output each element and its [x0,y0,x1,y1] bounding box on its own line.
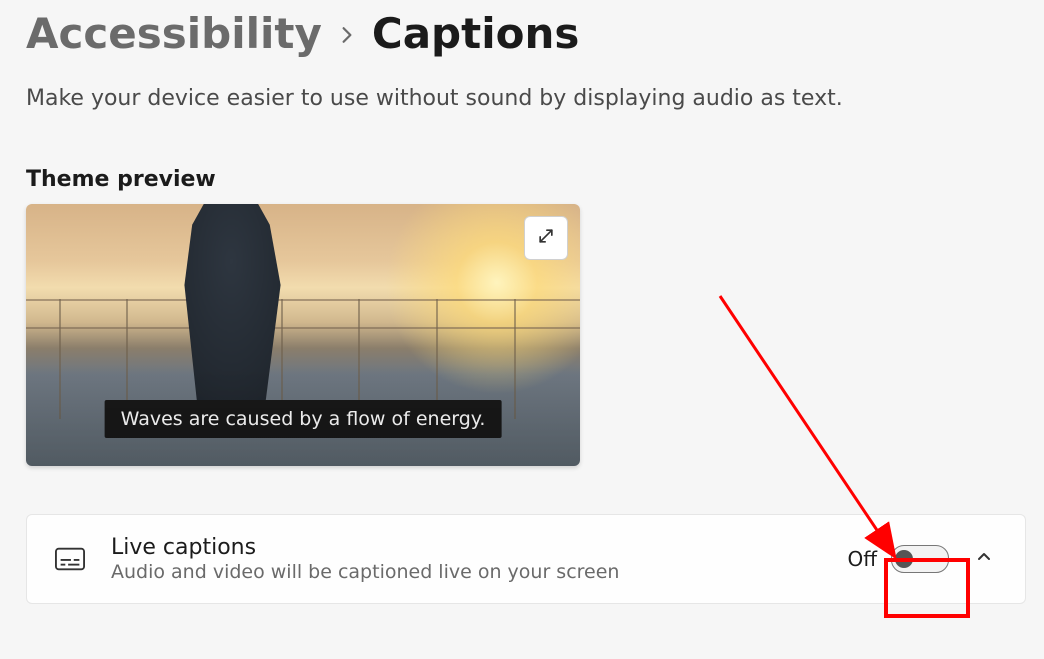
live-captions-toggle-state: Off [847,547,877,571]
live-captions-subtitle: Audio and video will be captioned live o… [111,561,821,583]
page-subtitle: Make your device easier to use without s… [26,86,1018,111]
preview-scene-figure [153,204,308,429]
theme-preview-heading: Theme preview [26,167,1018,192]
live-captions-toggle[interactable] [891,545,949,573]
live-captions-card: Live captions Audio and video will be ca… [26,514,1026,604]
expand-section-button[interactable] [971,546,997,572]
preview-caption-text: Waves are caused by a flow of energy. [105,400,502,438]
chevron-up-icon [976,549,992,569]
live-captions-title: Live captions [111,535,821,560]
captions-icon [55,547,85,571]
breadcrumb-parent[interactable]: Accessibility [26,10,322,58]
theme-preview-thumbnail[interactable]: Waves are caused by a flow of energy. [26,204,580,466]
breadcrumb: Accessibility Captions [26,10,1018,58]
expand-preview-button[interactable] [524,216,568,260]
live-captions-row: Live captions Audio and video will be ca… [27,515,1025,603]
chevron-right-icon [338,22,356,52]
expand-icon [536,226,556,250]
breadcrumb-current: Captions [372,10,579,58]
